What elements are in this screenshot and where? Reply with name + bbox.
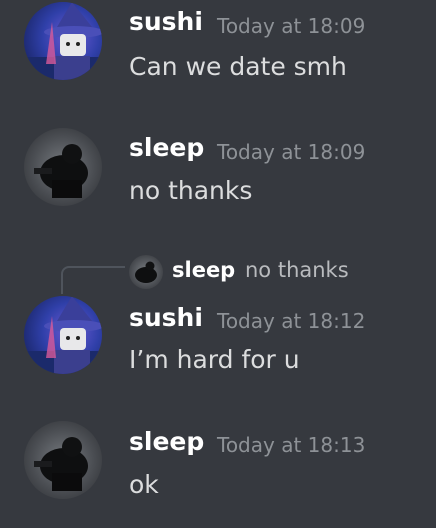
avatar[interactable] xyxy=(24,296,102,374)
avatar[interactable] xyxy=(24,2,102,80)
dark-figure-avatar-icon xyxy=(34,437,88,491)
chat-messages: sushi Today at 18:09 Can we date smh sle… xyxy=(0,0,436,528)
message-author[interactable]: sushi xyxy=(129,7,203,37)
message-timestamp: Today at 18:12 xyxy=(217,309,366,333)
message-text: ok xyxy=(129,470,159,499)
dark-figure-avatar-icon xyxy=(34,144,88,198)
message-text: I’m hard for u xyxy=(129,345,300,374)
wizard-avatar-icon xyxy=(24,296,102,374)
dark-figure-avatar-icon xyxy=(135,261,157,283)
message-text: no thanks xyxy=(129,176,253,205)
message-timestamp: Today at 18:09 xyxy=(217,14,366,38)
reply-avatar[interactable] xyxy=(129,255,163,289)
message-timestamp: Today at 18:13 xyxy=(217,433,366,457)
message-author[interactable]: sushi xyxy=(129,303,203,333)
wizard-avatar-icon xyxy=(24,2,102,80)
avatar[interactable] xyxy=(24,421,102,499)
message-author[interactable]: sleep xyxy=(129,427,204,457)
reply-author[interactable]: sleep xyxy=(172,256,235,284)
message-timestamp: Today at 18:09 xyxy=(217,140,366,164)
avatar[interactable] xyxy=(24,128,102,206)
reply-connector xyxy=(61,266,125,294)
message-text: Can we date smh xyxy=(129,52,347,81)
message-author[interactable]: sleep xyxy=(129,133,204,163)
reply-preview-text[interactable]: no thanks xyxy=(245,256,349,284)
